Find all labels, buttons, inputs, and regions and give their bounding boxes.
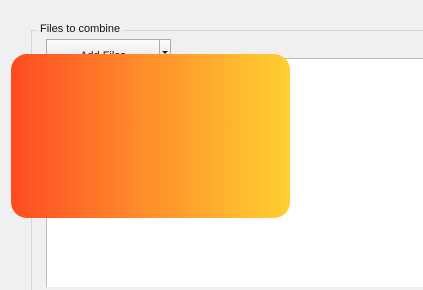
file-name-container: dummy.pdf [144, 168, 228, 180]
file-item-dummy[interactable]: 1 page dummy.pdf [144, 80, 228, 198]
files-to-combine-title: Files to combine [37, 22, 124, 36]
page-count-badge: 1 page [154, 81, 218, 93]
file-list-panel[interactable]: 6 pages figmapdf.pdf 1 page dummy.pdf [46, 58, 423, 287]
selected-file-name: dummy.pdf [159, 168, 213, 180]
file-name: figmapdf.pdf [69, 168, 125, 179]
pdf-thumbnail[interactable]: 6 pages [64, 80, 130, 158]
add-files-dropdown-button[interactable] [159, 39, 171, 55]
chevron-down-icon [162, 51, 168, 54]
file-item-figmapdf[interactable]: 6 pages figmapdf.pdf [55, 80, 139, 198]
document-preview [72, 96, 122, 154]
pdf-thumbnail[interactable]: 1 page [153, 80, 219, 158]
add-files-button[interactable]: Add Files [46, 39, 160, 55]
page-count-badge: 6 pages [65, 81, 129, 93]
file-toolbar: Add Files [46, 39, 172, 55]
add-files-label: Add Files [80, 44, 126, 55]
